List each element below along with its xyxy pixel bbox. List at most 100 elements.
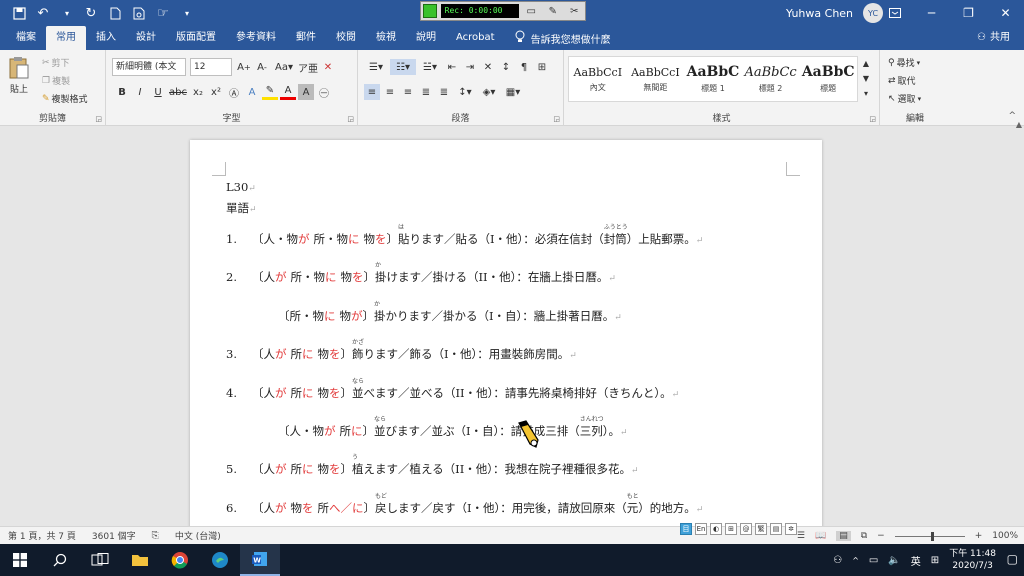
tab-layout[interactable]: 版面配置: [166, 26, 226, 50]
highlight-icon[interactable]: ✎: [262, 84, 278, 100]
zoom-level[interactable]: 100%: [992, 531, 1018, 541]
strikethrough-icon[interactable]: abc: [168, 84, 188, 100]
tab-references[interactable]: 參考資料: [226, 26, 286, 50]
tab-home[interactable]: 常用: [46, 26, 86, 50]
chrome-icon[interactable]: [160, 544, 200, 576]
chevron-down-icon[interactable]: ▾: [56, 2, 78, 24]
paste-button[interactable]: 貼上: [8, 56, 30, 95]
align-right-icon[interactable]: ≡: [400, 84, 416, 100]
chevron-down-icon[interactable]: ▼: [858, 71, 874, 86]
increase-indent-icon[interactable]: ⇥: [462, 59, 478, 75]
comment-icon[interactable]: ▭: [523, 4, 541, 18]
superscript-icon[interactable]: x²: [208, 84, 224, 100]
ime-panel-icon[interactable]: ▤: [770, 523, 782, 535]
tab-help[interactable]: 說明: [406, 26, 446, 50]
ime-mode-icon[interactable]: 目: [680, 523, 692, 535]
web-layout-icon[interactable]: ⧉: [861, 531, 867, 541]
bold-icon[interactable]: B: [114, 84, 130, 100]
dialog-launcher-icon[interactable]: ◲: [869, 115, 876, 123]
document-page[interactable]: L30↵ 單語↵ 1. 〔人・物が 所・物に 物を〕は貼ります／貼る（I・他）：必須在…: [190, 140, 822, 530]
format-painter-button[interactable]: ✎ 複製格式: [42, 92, 88, 106]
language-indicator[interactable]: 中文 (台灣): [175, 529, 221, 542]
user-account[interactable]: Yuhwa Chen YC: [786, 0, 884, 26]
tab-acrobat[interactable]: Acrobat: [446, 26, 505, 50]
minimize-icon[interactable]: ─: [913, 0, 950, 26]
volume-icon[interactable]: 🔈: [888, 555, 900, 566]
zoom-slider[interactable]: [894, 531, 965, 541]
show-marks-icon[interactable]: ¶: [516, 59, 532, 75]
dialog-launcher-icon[interactable]: ◲: [95, 115, 102, 123]
customize-toolbar-icon[interactable]: ▾: [176, 2, 198, 24]
tab-file[interactable]: 檔案: [6, 26, 46, 50]
word-app-icon[interactable]: W: [240, 544, 280, 576]
asian-layout-icon[interactable]: ⊞: [534, 59, 550, 75]
zoom-out-icon[interactable]: −: [877, 531, 885, 541]
style-title[interactable]: AaBbC 標題: [799, 57, 857, 101]
replace-button[interactable]: ⇄ 取代: [888, 74, 916, 88]
people-icon[interactable]: ⚇: [833, 555, 842, 566]
read-mode-icon[interactable]: 📖: [815, 531, 826, 541]
ime-english-icon[interactable]: En: [695, 523, 707, 535]
ime-settings-icon[interactable]: @: [740, 523, 752, 535]
font-name-select[interactable]: 新細明體 (本文: [112, 58, 186, 76]
style-heading-1[interactable]: AaBbC 標題 1: [684, 57, 742, 101]
print-layout-icon[interactable]: ▤: [836, 531, 851, 541]
record-status-icon[interactable]: [423, 4, 437, 18]
tell-me-box[interactable]: 告訴我您想做什麼: [505, 26, 621, 50]
distributed-icon[interactable]: ≣: [436, 84, 452, 100]
network-icon[interactable]: ▭: [869, 555, 878, 566]
ime-simplified-icon[interactable]: 繁: [755, 523, 767, 535]
zoom-in-icon[interactable]: +: [975, 531, 983, 541]
tab-mailings[interactable]: 郵件: [286, 26, 326, 50]
subscript-icon[interactable]: x₂: [190, 84, 206, 100]
proofing-icon[interactable]: ⎘: [152, 531, 159, 541]
touch-mode-icon[interactable]: ☞: [152, 2, 174, 24]
shrink-font-icon[interactable]: A-: [254, 59, 270, 75]
select-button[interactable]: ↖ 選取 ▾: [888, 92, 921, 106]
search-icon[interactable]: [40, 544, 80, 576]
redo-icon[interactable]: ↻: [80, 2, 102, 24]
undo-icon[interactable]: ↶: [32, 2, 54, 24]
print-preview-icon[interactable]: [128, 2, 150, 24]
tab-design[interactable]: 設計: [126, 26, 166, 50]
borders-icon[interactable]: ▦▾: [502, 84, 524, 100]
save-icon[interactable]: [8, 2, 30, 24]
style-heading-2[interactable]: AaBbCc 標題 2: [742, 57, 800, 101]
align-left-icon[interactable]: ≡: [364, 84, 380, 100]
font-size-select[interactable]: 12: [190, 58, 232, 76]
close-icon[interactable]: ✕: [987, 0, 1024, 26]
ime-gear-icon[interactable]: ✲: [785, 523, 797, 535]
italic-icon[interactable]: I: [132, 84, 148, 100]
cut-button[interactable]: ✂ 剪下: [42, 56, 70, 70]
style-no-spacing[interactable]: AaBbCcI 無間距: [627, 57, 685, 101]
chevron-up-icon[interactable]: ▲: [858, 56, 874, 71]
new-document-icon[interactable]: [104, 2, 126, 24]
sort-icon[interactable]: ↕: [498, 59, 514, 75]
tab-insert[interactable]: 插入: [86, 26, 126, 50]
enclose-character-icon[interactable]: ㊀: [316, 84, 332, 100]
phonetic-guide-icon[interactable]: ア亜: [298, 59, 318, 75]
dialog-launcher-icon[interactable]: ◲: [553, 115, 560, 123]
share-button[interactable]: ⚇ 共用: [977, 26, 1010, 50]
line-spacing-icon[interactable]: ↕▾: [454, 84, 476, 100]
character-border-icon[interactable]: Ⓐ: [226, 84, 242, 100]
font-color-icon[interactable]: A: [280, 84, 296, 100]
justify-icon[interactable]: ≣: [418, 84, 434, 100]
underline-icon[interactable]: U: [150, 84, 166, 100]
task-view-icon[interactable]: [80, 544, 120, 576]
find-button[interactable]: ⚲ 尋找 ▾: [888, 56, 920, 70]
ime-indicator[interactable]: 英: [911, 553, 921, 568]
clock[interactable]: 下午 11:48 2020/7/3: [949, 548, 996, 572]
character-shading-icon[interactable]: A: [298, 84, 314, 100]
multilevel-list-icon[interactable]: ☱▾: [418, 59, 442, 75]
pen-icon[interactable]: ✎: [544, 4, 562, 18]
file-explorer-icon[interactable]: [120, 544, 160, 576]
ime-fullwidth-icon[interactable]: ◐: [710, 523, 722, 535]
align-center-icon[interactable]: ≡: [382, 84, 398, 100]
numbering-icon[interactable]: ☷▾: [390, 59, 416, 75]
decrease-indent-icon[interactable]: ⇤: [444, 59, 460, 75]
dialog-launcher-icon[interactable]: ◲: [347, 115, 354, 123]
word-count[interactable]: 3601 個字: [92, 529, 136, 542]
grow-font-icon[interactable]: A +: [236, 59, 252, 75]
ribbon-display-options-icon[interactable]: [876, 0, 913, 26]
